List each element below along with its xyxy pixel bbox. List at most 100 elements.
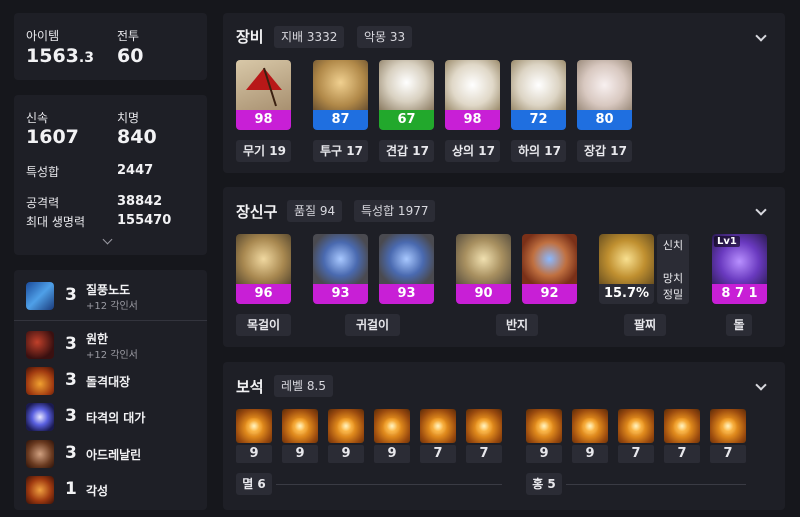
gloves-quality: 80 [577, 110, 632, 130]
total-stat-value: 2447 [117, 163, 154, 178]
engraving-row[interactable]: 3 원한 +12 각인서 [26, 330, 206, 361]
gem-slot[interactable]: 7 [618, 409, 654, 463]
shoulder-slot[interactable]: 67 [379, 60, 434, 130]
ring-slot-2[interactable]: 92 [522, 234, 577, 304]
shoulder-quality: 67 [379, 110, 434, 130]
engraving-row[interactable]: 1 각성 [26, 475, 206, 505]
bracelet-tags: 신치 망치 정밀 [657, 234, 689, 304]
stone-label: 돌 [726, 314, 752, 336]
engraving-name: 각성 [86, 484, 109, 498]
gem-icon [466, 409, 502, 443]
engraving-level: 3 [65, 443, 77, 463]
gem-group-line [566, 484, 746, 485]
gem-icon [282, 409, 318, 443]
combat-level-value: 60 [117, 45, 144, 67]
engraving-level: 3 [65, 334, 77, 354]
gem-level: 7 [710, 445, 746, 463]
ring-slot-1[interactable]: 90 [456, 234, 511, 304]
gem-icon [236, 409, 272, 443]
ring-quality: 92 [522, 284, 577, 304]
attack-value: 38842 [117, 194, 163, 209]
engraving-book: +12 각인서 [86, 350, 138, 361]
pants-label: 하의 17 [511, 140, 566, 162]
quality-badge: 품질 94 [287, 200, 343, 222]
gem-level: 9 [526, 445, 562, 463]
item-level-label: 아이템 [26, 29, 60, 43]
attack-label: 공격력 [26, 196, 60, 210]
gloves-slot[interactable]: 80 [577, 60, 632, 130]
weapon-slot[interactable]: 98 [236, 60, 291, 130]
adrenaline-icon [26, 440, 54, 468]
ring-icon [522, 234, 577, 284]
stats-panel: 신속 1607 치명 840 특성합 2447 공격력 38842 최대 생명력… [14, 95, 207, 255]
engraving-row[interactable]: 3 돌격대장 [26, 366, 206, 396]
earring-slot-1[interactable]: 93 [313, 234, 368, 304]
gem-slot[interactable]: 7 [664, 409, 700, 463]
dominion-badge: 지배 3332 [274, 26, 345, 48]
swiftness-label: 신속 [26, 111, 49, 125]
gloves-icon [577, 60, 632, 110]
engraving-level: 3 [65, 370, 77, 390]
engraving-divider [14, 320, 207, 321]
engraving-book: +12 각인서 [86, 301, 138, 312]
swiftness-value: 1607 [26, 126, 79, 148]
gem-icon [328, 409, 364, 443]
gem-icon [710, 409, 746, 443]
parasol-weapon-icon [236, 60, 291, 110]
engraving-name: 원한 [86, 332, 109, 346]
engraving-row[interactable]: 3 타격의 대가 [26, 402, 206, 432]
gem-slot[interactable]: 9 [374, 409, 410, 463]
wind-icon [26, 282, 54, 310]
gem-level: 9 [328, 445, 364, 463]
engraving-name: 질풍노도 [86, 283, 131, 297]
engraving-level: 3 [65, 406, 77, 426]
bracelet-slot[interactable]: 15.7% [599, 234, 654, 304]
gems-title: 보석 [236, 378, 264, 396]
helmet-slot[interactable]: 87 [313, 60, 368, 130]
gem-slot[interactable]: 9 [526, 409, 562, 463]
gem-slot[interactable]: 7 [710, 409, 746, 463]
top-label: 상의 17 [445, 140, 500, 162]
necklace-slot[interactable]: 96 [236, 234, 291, 304]
gem-slot[interactable]: 9 [572, 409, 608, 463]
ring-icon [456, 234, 511, 284]
bracelet-tag: 신치 [662, 239, 684, 252]
bracelet-label: 팔찌 [624, 314, 666, 336]
engraving-level: 1 [65, 479, 77, 499]
gem-slot[interactable]: 9 [328, 409, 364, 463]
engraving-row[interactable]: 3 질풍노도 +12 각인서 [26, 281, 206, 312]
weapon-label: 무기 19 [236, 140, 291, 162]
earring-label: 귀걸이 [345, 314, 400, 336]
top-slot[interactable]: 98 [445, 60, 500, 130]
helmet-icon [313, 60, 368, 110]
raid-captain-icon [26, 367, 54, 395]
item-level-panel: 아이템 1563.3 전투 60 [14, 13, 207, 80]
necklace-icon [236, 234, 291, 284]
engraving-row[interactable]: 3 아드레날린 [26, 439, 206, 469]
gem-slot[interactable]: 9 [236, 409, 272, 463]
gem-slot[interactable]: 9 [282, 409, 318, 463]
crit-label: 치명 [117, 111, 140, 125]
earring-icon [379, 234, 434, 284]
bracelet-icon [599, 234, 654, 284]
earring-slot-2[interactable]: 93 [379, 234, 434, 304]
pants-icon [511, 60, 566, 110]
engraving-name: 아드레날린 [86, 448, 142, 462]
gem-level: 9 [572, 445, 608, 463]
hp-label: 최대 생명력 [26, 215, 86, 229]
gem-level: 9 [282, 445, 318, 463]
necklace-quality: 96 [236, 284, 291, 304]
necklace-label: 목걸이 [236, 314, 291, 336]
gem-level-badge: 레벨 8.5 [274, 375, 333, 397]
ability-stone-slot[interactable]: Lv1 8 7 1 [712, 234, 767, 304]
engraving-level: 3 [65, 285, 77, 305]
gem-crimson-label: 홍 5 [526, 473, 562, 495]
hp-value: 155470 [117, 213, 172, 228]
gem-slot[interactable]: 7 [466, 409, 502, 463]
top-quality: 98 [445, 110, 500, 130]
earring-quality: 93 [313, 284, 368, 304]
pants-slot[interactable]: 72 [511, 60, 566, 130]
gem-slot[interactable]: 7 [420, 409, 456, 463]
nightmare-badge: 악몽 33 [357, 26, 413, 48]
crit-value: 840 [117, 126, 157, 148]
